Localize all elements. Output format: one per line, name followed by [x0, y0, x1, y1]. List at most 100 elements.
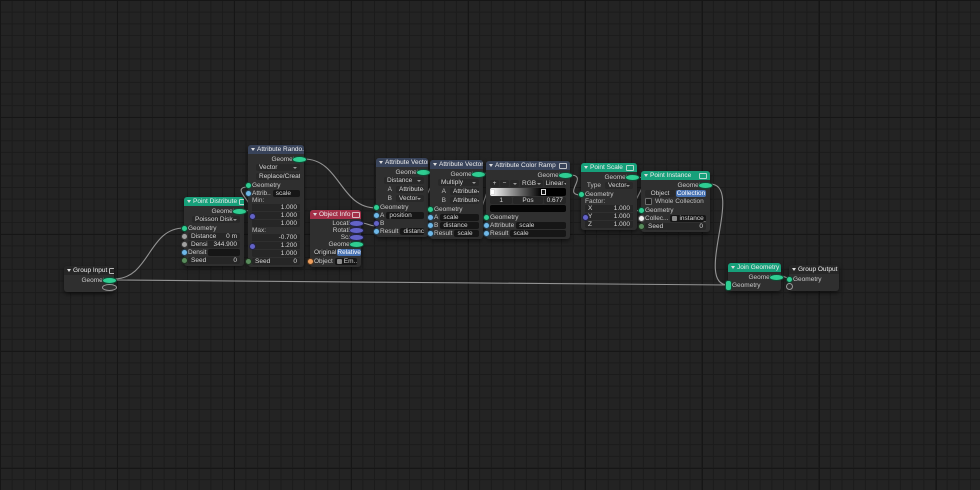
geometry-output-socket[interactable] — [625, 173, 640, 181]
a-mode-dropdown[interactable]: Attribute — [450, 188, 479, 195]
whole-collection-row[interactable]: Whole Collection — [645, 198, 706, 205]
add-stop-button[interactable]: + — [490, 180, 499, 187]
ramp-stop-marker[interactable] — [490, 189, 495, 195]
rotation-output-socket[interactable] — [349, 227, 364, 234]
collapse-arrow-icon[interactable] — [644, 174, 648, 177]
ramp-options-dropdown[interactable] — [510, 180, 519, 187]
factor-vector-stack[interactable]: X 1.000 Y 1.000 Z 1.000 — [582, 205, 633, 228]
preview-icon[interactable] — [352, 211, 361, 218]
collapse-arrow-icon[interactable] — [187, 200, 191, 203]
a-attribute-field[interactable]: position — [386, 211, 424, 219]
attribute-name-field[interactable]: scale — [516, 221, 566, 229]
checkbox-icon[interactable] — [645, 198, 652, 205]
node-header[interactable]: Attribute Rando... — [248, 145, 304, 154]
geometry-output-socket[interactable] — [769, 273, 784, 281]
collection-picker[interactable]: instance_clyd × — [670, 214, 706, 222]
seed-input-socket[interactable] — [245, 257, 252, 265]
node-group-input[interactable]: Group Input Geometry — [64, 266, 117, 292]
node-attribute-color-ramp[interactable]: Attribute Color Ramp Geometry + − RGB Li… — [483, 161, 573, 239]
interpolation-dropdown[interactable]: Linear — [543, 180, 566, 187]
node-point-distribute[interactable]: Point Distribute Geometry Poisson Disk G… — [181, 197, 247, 266]
factor-input-socket[interactable] — [582, 214, 589, 221]
min-input-socket[interactable] — [249, 213, 256, 220]
distance-input-socket[interactable] — [181, 232, 188, 240]
min-vector-stack[interactable]: 1.000 1.000 1.000 — [249, 204, 300, 227]
seed-slider[interactable]: Seed 0 — [645, 222, 706, 230]
geometry-output-socket[interactable] — [102, 276, 117, 284]
seed-input-socket[interactable] — [638, 222, 645, 230]
relative-button[interactable]: Relative — [337, 249, 361, 256]
object-input-socket[interactable] — [307, 257, 314, 265]
density-slider[interactable]: Densi 344.900 — [188, 240, 240, 248]
node-editor-canvas[interactable]: Group Input Geometry Point Distribute Ge… — [0, 0, 980, 490]
empty-input-socket[interactable] — [786, 282, 793, 290]
geometry-input-socket[interactable] — [427, 205, 434, 213]
operation-dropdown[interactable]: Distance — [384, 177, 424, 184]
geometry-input-socket[interactable] — [638, 206, 645, 214]
operation-dropdown[interactable]: Multiply — [438, 179, 479, 186]
geometry-input-socket[interactable] — [578, 190, 585, 198]
a-input-socket[interactable] — [373, 211, 380, 219]
scale-output-socket[interactable] — [349, 234, 364, 241]
b-attribute-field[interactable]: distance — [440, 221, 479, 229]
node-header[interactable]: Attribute Color Ramp — [486, 161, 570, 170]
object-picker[interactable]: Em... × — [334, 257, 357, 265]
result-attribute-field[interactable]: distance — [400, 227, 424, 235]
a-attribute-field[interactable]: scale — [440, 213, 479, 221]
collapse-arrow-icon[interactable] — [379, 161, 383, 164]
result-input-socket[interactable] — [483, 229, 490, 237]
geometry-output-socket[interactable] — [698, 181, 713, 189]
node-group-output[interactable]: Group Output Geometry — [786, 265, 839, 291]
object-type-button[interactable]: Object — [645, 190, 675, 197]
stop-index-stepper[interactable]: 1 — [490, 197, 513, 204]
geometry-output-socket[interactable] — [558, 171, 573, 179]
node-header[interactable]: Group Input — [64, 266, 114, 275]
max-input-socket[interactable] — [249, 243, 256, 250]
distance-slider[interactable]: Distance 0 m — [188, 232, 240, 240]
original-button[interactable]: Original — [314, 249, 337, 256]
remove-stop-button[interactable]: − — [500, 180, 509, 187]
collapse-arrow-icon[interactable] — [67, 269, 71, 272]
pos-value-field[interactable]: 0.677 — [543, 197, 566, 204]
geometry-output-socket[interactable] — [232, 207, 247, 215]
b-input-socket[interactable] — [427, 221, 434, 229]
node-header[interactable]: Point Instance — [641, 171, 710, 180]
distribute-method-dropdown[interactable]: Poisson Disk — [192, 216, 240, 223]
node-header[interactable]: Point Distribute — [184, 197, 244, 206]
geometry-output-socket[interactable] — [471, 170, 486, 178]
preview-icon[interactable] — [239, 198, 244, 205]
type-dropdown[interactable]: Vector — [605, 182, 633, 189]
seed-input-socket[interactable] — [181, 256, 188, 264]
stop-color-swatch[interactable] — [490, 205, 566, 212]
preview-icon[interactable] — [699, 172, 707, 179]
a-input-socket[interactable] — [427, 213, 434, 221]
node-object-info[interactable]: Object Info Location Rotation Scale Geom… — [307, 210, 364, 267]
preview-icon[interactable] — [559, 162, 567, 169]
node-header[interactable]: Join Geometry — [728, 263, 781, 272]
color-ramp-gradient[interactable] — [490, 188, 566, 196]
operation-dropdown[interactable]: Replace/Create — [256, 173, 300, 180]
max-vector-stack[interactable]: -0.700 1.200 1.000 — [249, 234, 300, 257]
b-mode-dropdown[interactable]: Attribute — [450, 197, 479, 204]
preview-icon[interactable] — [626, 164, 634, 171]
geometry-output-socket[interactable] — [416, 168, 431, 176]
node-attribute-randomize[interactable]: Attribute Rando... Geometry Vector Repla… — [245, 145, 307, 267]
geometry-input-socket[interactable] — [181, 224, 188, 232]
node-attribute-vector-math-2[interactable]: Attribute Vector Geometry Multiply A Att… — [427, 160, 486, 239]
attribute-input-socket[interactable] — [245, 189, 252, 197]
color-mode-dropdown[interactable]: RGB — [520, 180, 543, 187]
geometry-input-socket[interactable] — [245, 181, 252, 189]
density-attribute-input-socket[interactable] — [181, 248, 188, 256]
geometry-input-socket[interactable] — [786, 275, 793, 283]
geometry-input-socket[interactable] — [483, 213, 490, 221]
collection-input-socket[interactable] — [638, 214, 645, 222]
node-header[interactable]: Group Output — [789, 265, 839, 274]
a-mode-dropdown[interactable]: Attribute — [396, 186, 424, 193]
geometry-multi-input-socket[interactable] — [725, 280, 732, 291]
result-input-socket[interactable] — [427, 229, 434, 237]
b-mode-dropdown[interactable]: Vector — [396, 195, 424, 202]
node-header[interactable]: Attribute Vector — [430, 160, 483, 169]
empty-output-socket[interactable] — [102, 283, 117, 291]
geometry-output-socket[interactable] — [349, 241, 364, 248]
ramp-stop-marker[interactable] — [541, 189, 547, 195]
